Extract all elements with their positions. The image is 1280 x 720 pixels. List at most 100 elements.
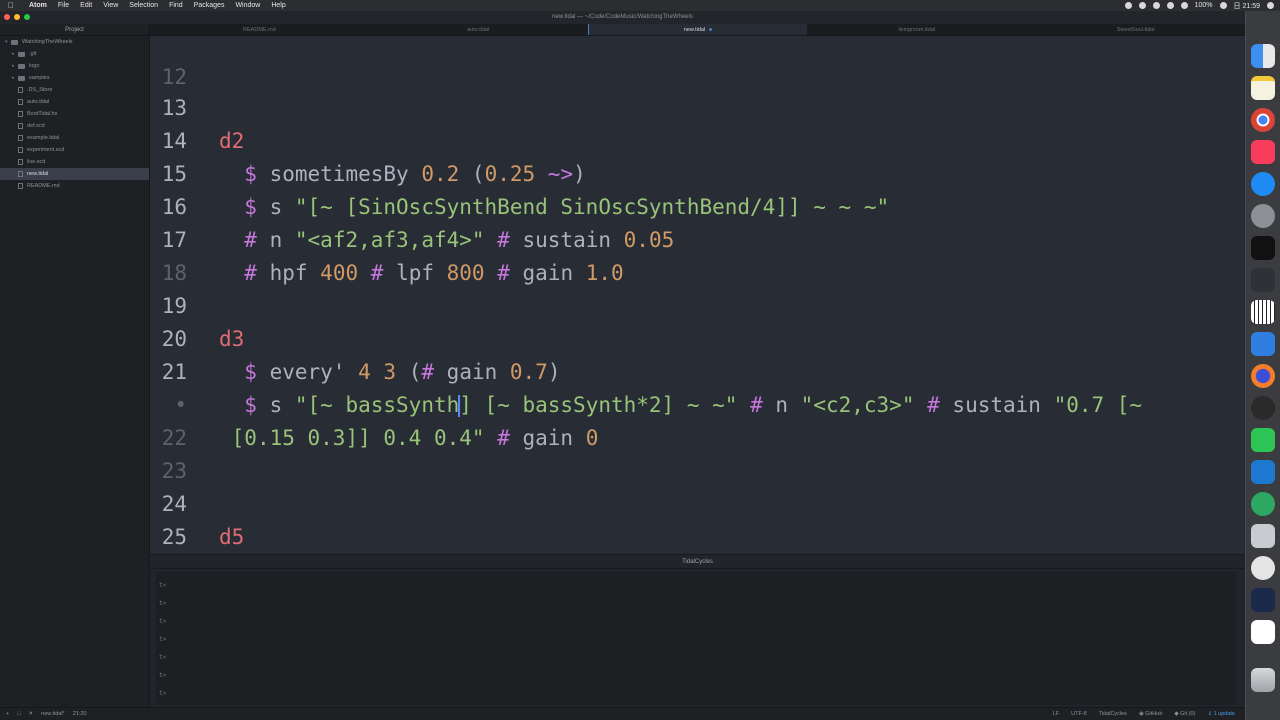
trash-icon[interactable] — [1251, 668, 1275, 692]
console-prompt: t> — [159, 654, 167, 661]
menu-find[interactable]: Find — [169, 2, 183, 9]
file-icon — [18, 123, 23, 129]
cursor-position[interactable]: 21:20 — [73, 711, 87, 717]
grammar-selector[interactable]: TidalCycles — [1099, 711, 1127, 717]
zoom-window-button[interactable] — [24, 14, 30, 20]
activity-monitor-icon[interactable] — [1251, 268, 1275, 292]
editor-icon[interactable] — [1251, 332, 1275, 356]
folder-icon — [18, 51, 25, 57]
github-button[interactable]: ◉ GitHub — [1139, 711, 1162, 717]
system-preferences-icon[interactable] — [1251, 204, 1275, 228]
menu-selection[interactable]: Selection — [129, 2, 158, 9]
menu-file[interactable]: File — [58, 2, 69, 9]
status-icon[interactable] — [1152, 2, 1160, 9]
minimize-window-button[interactable] — [14, 14, 20, 20]
file-encoding[interactable]: UTF-8 — [1071, 711, 1087, 717]
tab-new-tidal[interactable]: new.tidal — [587, 24, 808, 35]
file-icon — [18, 171, 23, 177]
console-prompt: t> — [159, 618, 167, 625]
code-line-wrapped: • [0.15 0.3]] 0.4 0.4" # gain 0 — [150, 356, 1245, 450]
status-icon[interactable] — [1124, 2, 1132, 9]
tree-root[interactable]: ▾ WatchingTheWheels — [0, 36, 149, 48]
tree-folder-git[interactable]: ▸ .git — [0, 48, 149, 60]
status-file-name[interactable]: new.tidal* — [41, 711, 65, 717]
notes-icon[interactable] — [1251, 76, 1275, 100]
tree-folder-samples[interactable]: ▸ samples — [0, 72, 149, 84]
app-store-icon[interactable] — [1251, 172, 1275, 196]
menu-atom[interactable]: Atom — [29, 2, 47, 9]
settings-icon[interactable] — [1251, 556, 1275, 580]
code-line: 23 — [150, 422, 1245, 483]
code-line: 17 # hpf 400 # lpf 800 # gain 1.0 — [150, 191, 1245, 285]
code-line: 25 $ every 4 (# speed (choose [0.4, -0.5… — [150, 488, 1245, 549]
file-icon — [18, 147, 23, 153]
code-editor[interactable]: 12 13 d2 14 $ sometimesBy 0.2 (0.25 ~>) … — [150, 36, 1245, 554]
close-icon[interactable]: ✕ — [29, 711, 34, 717]
tree-file[interactable]: experiment.scd — [0, 144, 149, 156]
console-title: TidalCycles — [150, 555, 1245, 569]
console-output[interactable]: t> t> t> t> t> t> t> — [156, 572, 1236, 705]
battery-percent[interactable]: 100% — [1195, 2, 1213, 9]
file-icon — [18, 159, 23, 165]
project-header[interactable]: Project — [0, 24, 149, 36]
tab-sweetsoul-tidal[interactable]: SweetSoul.tidal — [1026, 24, 1245, 35]
control-center-icon[interactable] — [1267, 2, 1274, 9]
piano-icon[interactable] — [1251, 300, 1275, 324]
panel-icon[interactable]: □ — [17, 711, 20, 717]
music-icon[interactable] — [1251, 140, 1275, 164]
file-icon — [18, 183, 23, 189]
menu-packages[interactable]: Packages — [194, 2, 225, 9]
tree-file[interactable]: .DS_Store — [0, 84, 149, 96]
apple-icon[interactable]:  — [8, 1, 18, 10]
code-line: 26 $ someCyclesBy 0.75 ((# room 2).(# si… — [150, 521, 1245, 554]
code-line-current: 21 $ s "[~ bassSynth] [~ bassSynth*2] ~ … — [150, 323, 1245, 417]
terminal-icon[interactable] — [1251, 236, 1275, 260]
tree-file[interactable]: live.scd — [0, 156, 149, 168]
menu-view[interactable]: View — [103, 2, 118, 9]
code-line: 14 $ sometimesBy 0.2 (0.25 ~>) — [150, 92, 1245, 186]
folder-icon — [11, 39, 18, 45]
code-line: 18 — [150, 224, 1245, 285]
volume-icon[interactable] — [1166, 2, 1174, 9]
code-line: 16 # n "<af2,af3,af4>" # sustain 0.05 — [150, 158, 1245, 252]
line-icon[interactable] — [1251, 428, 1275, 452]
console-prompt: t> — [159, 636, 167, 643]
tab-readme[interactable]: README.md — [150, 24, 369, 35]
tree-file-selected[interactable]: new.tidal — [0, 168, 149, 180]
finder-icon[interactable] — [1251, 44, 1275, 68]
tree-file[interactable]: auto.tidal — [0, 96, 149, 108]
update-button[interactable]: ⇓ 1 update — [1207, 711, 1235, 717]
code-line: 15 $ s "[~ [SinOscSynthBend SinOscSynthB… — [150, 125, 1245, 219]
tab-auto-tidal[interactable]: auto.tidal — [369, 24, 588, 35]
hex-icon[interactable] — [1251, 588, 1275, 612]
tree-file[interactable]: def.scd — [0, 120, 149, 132]
menu-help[interactable]: Help — [271, 2, 285, 9]
tree-file[interactable]: README.md — [0, 180, 149, 192]
file-tree: ▾ WatchingTheWheels ▸ .git ▸ logo ▸ samp… — [0, 36, 149, 192]
box-icon[interactable] — [1251, 524, 1275, 548]
atom-icon[interactable] — [1251, 492, 1275, 516]
status-icon[interactable] — [1138, 2, 1146, 9]
window-title: new.tidal — ~/Code/CodeMusic/WatchingThe… — [552, 14, 693, 20]
firefox-icon[interactable] — [1251, 364, 1275, 388]
chrome-icon[interactable] — [1251, 108, 1275, 132]
tab-livingroom-tidal[interactable]: livingroom.tidal — [807, 24, 1026, 35]
file-icon — [18, 111, 23, 117]
tree-file[interactable]: BootTidal.hs — [0, 108, 149, 120]
wifi-icon[interactable] — [1180, 2, 1188, 9]
spiral-icon[interactable] — [1251, 396, 1275, 420]
git-button[interactable]: ◆ Git (0) — [1174, 711, 1195, 717]
macos-dock — [1245, 11, 1280, 720]
menu-edit[interactable]: Edit — [80, 2, 92, 9]
status-bar: + □ ✕ new.tidal* 21:20 LF UTF-8 TidalCyc… — [0, 707, 1245, 720]
vscode-icon[interactable] — [1251, 460, 1275, 484]
tree-file[interactable]: example.tidal — [0, 132, 149, 144]
battery-icon[interactable] — [1219, 2, 1227, 9]
menu-window[interactable]: Window — [235, 2, 260, 9]
line-ending[interactable]: LF — [1053, 711, 1059, 717]
slack-icon[interactable] — [1251, 620, 1275, 644]
tree-folder-logo[interactable]: ▸ logo — [0, 60, 149, 72]
add-panel-icon[interactable]: + — [6, 711, 9, 717]
clock[interactable]: 日 21:59 — [1234, 1, 1260, 11]
close-window-button[interactable] — [4, 14, 10, 20]
